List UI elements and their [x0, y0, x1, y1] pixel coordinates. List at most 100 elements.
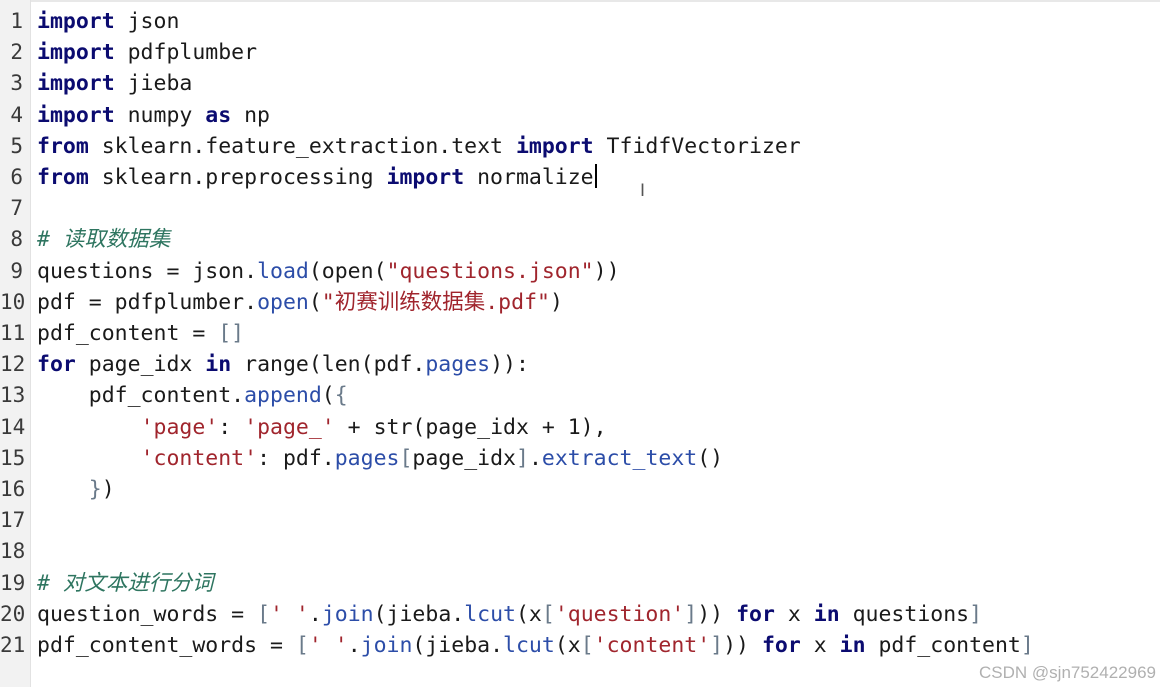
code-text[interactable]: pdf_content_words = [' '.join(jieba.lcut…: [37, 630, 1034, 661]
code-token: pdf = pdfplumber.: [37, 289, 258, 315]
code-token: ): [549, 289, 563, 315]
watermark: CSDN @sjn752422969: [979, 663, 1156, 682]
code-line[interactable]: 8 # 读取数据集: [0, 224, 1160, 255]
code-token: (jieba.: [373, 601, 465, 627]
code-token: "初赛训练数据集.pdf": [321, 289, 550, 315]
code-text[interactable]: import pdfplumber: [37, 37, 257, 68]
code-token: numpy: [114, 102, 206, 128]
code-token: pdf_content_words =: [37, 633, 296, 658]
code-line[interactable]: 5 from sklearn.feature_extraction.text im…: [0, 131, 1160, 162]
code-token: open: [257, 289, 309, 315]
line-number: 20: [0, 601, 26, 626]
code-line[interactable]: 17: [0, 505, 1160, 536]
code-token: append: [244, 383, 322, 409]
code-text[interactable]: pdf_content.append({: [37, 380, 348, 411]
code-token: 'content': [593, 633, 711, 658]
code-token: : pdf.: [257, 445, 335, 471]
line-number: 4: [10, 102, 23, 127]
code-line[interactable]: 21 pdf_content_words = [' '.join(jieba.lc…: [0, 630, 1160, 661]
code-token: x: [774, 601, 814, 627]
code-token: page_idx: [412, 445, 516, 471]
code-token: import: [386, 165, 465, 190]
code-token: as: [205, 102, 232, 128]
code-token: json: [114, 9, 180, 34]
code-text[interactable]: # 对文本进行分词: [37, 568, 213, 599]
code-token: in: [839, 633, 866, 658]
line-number: 11: [0, 321, 26, 345]
code-token: pdfplumber: [114, 40, 258, 66]
line-number: 18: [0, 539, 26, 564]
code-line[interactable]: 20 question_words = [' '.join(jieba.lcut(…: [0, 599, 1160, 630]
code-token: ' ': [308, 633, 348, 658]
code-token: import: [37, 9, 115, 34]
code-token: 'page': [140, 414, 219, 440]
line-number: 14: [0, 414, 26, 439]
code-text[interactable]: # 读取数据集: [37, 224, 170, 255]
code-token: (open(: [308, 258, 387, 284]
code-text[interactable]: 'content': pdf.pages[page_idx].extract_t…: [37, 443, 724, 474]
code-text[interactable]: from sklearn.preprocessing import normal…: [37, 162, 597, 193]
code-line[interactable]: 4 import numpy as np: [0, 100, 1160, 131]
code-line[interactable]: 15 'content': pdf.pages[page_idx].extrac…: [0, 443, 1160, 474]
code-token: jieba: [114, 71, 193, 97]
code-token: .: [308, 601, 322, 627]
code-line[interactable]: 12 for page_idx in range(len(pdf.pages)):: [0, 349, 1160, 380]
code-comment: # 读取数据集: [37, 227, 171, 253]
code-line[interactable]: 7: [0, 193, 1160, 224]
code-token: import: [37, 71, 115, 97]
code-token: ]: [684, 601, 698, 627]
code-editor[interactable]: 1 import json 2 import pdfplumber 3 import ji…: [0, 0, 1160, 687]
code-token: + str(page_idx + 1),: [334, 414, 607, 440]
code-text[interactable]: questions = json.load(open("questions.js…: [37, 256, 620, 287]
code-text[interactable]: import json: [37, 6, 179, 37]
line-number: 15: [0, 445, 26, 470]
code-line[interactable]: 3 import jieba: [0, 68, 1160, 99]
line-number: 7: [10, 196, 23, 221]
code-token: join: [360, 633, 413, 658]
code-token: ): [101, 477, 115, 502]
code-line[interactable]: 18: [0, 536, 1160, 567]
code-token: page_idx: [75, 352, 206, 378]
code-text[interactable]: question_words = [' '.join(jieba.lcut(x[…: [37, 599, 982, 630]
code-token: (: [321, 383, 335, 409]
code-text[interactable]: import jieba: [37, 68, 192, 99]
code-text[interactable]: 'page': 'page_' + str(page_idx + 1),: [37, 412, 607, 443]
code-text[interactable]: pdf_content = []: [37, 318, 244, 349]
line-number: 6: [10, 165, 23, 189]
code-line[interactable]: 2 import pdfplumber: [0, 37, 1160, 68]
code-line[interactable]: 11 pdf_content = []: [0, 318, 1160, 349]
code-token: ]: [515, 445, 529, 471]
code-token: )):: [490, 352, 529, 378]
code-token: }: [88, 477, 102, 502]
code-text[interactable]: from sklearn.feature_extraction.text imp…: [37, 131, 801, 162]
code-text[interactable]: for page_idx in range(len(pdf.pages)):: [37, 349, 529, 380]
code-line[interactable]: 19 # 对文本进行分词: [0, 568, 1160, 599]
code-token: lcut: [464, 601, 516, 627]
code-line[interactable]: 13 pdf_content.append({: [0, 380, 1160, 411]
code-line[interactable]: 6 from sklearn.preprocessing import norma…: [0, 162, 1160, 193]
code-text[interactable]: }): [37, 474, 115, 505]
code-token: questions: [839, 601, 970, 627]
code-token: "questions.json": [386, 258, 594, 284]
code-comment: # 对文本进行分词: [37, 570, 214, 596]
code-token: (): [697, 445, 724, 471]
code-token: normalize: [464, 165, 594, 190]
line-number: 1: [10, 9, 23, 33]
code-token: pages: [425, 352, 491, 378]
text-cursor-icon: I: [640, 181, 646, 201]
code-line[interactable]: 14 'page': 'page_' + str(page_idx + 1),: [0, 412, 1160, 443]
code-token: import: [515, 133, 594, 159]
code-token: sklearn.preprocessing: [88, 165, 387, 190]
line-number: 5: [10, 133, 23, 158]
code-text[interactable]: pdf = pdfplumber.open("初赛训练数据集.pdf"): [37, 287, 563, 318]
code-line[interactable]: 10 pdf = pdfplumber.open("初赛训练数据集.pdf"): [0, 287, 1160, 318]
code-text[interactable]: import numpy as np: [37, 100, 270, 131]
code-line[interactable]: 16 }): [0, 474, 1160, 505]
code-token: )): [697, 601, 737, 627]
code-line[interactable]: 9 questions = json.load(open("questions.j…: [0, 256, 1160, 287]
code-token: 'content': [140, 445, 258, 471]
code-line[interactable]: 1 import json: [0, 6, 1160, 37]
line-number: 16: [0, 477, 26, 501]
